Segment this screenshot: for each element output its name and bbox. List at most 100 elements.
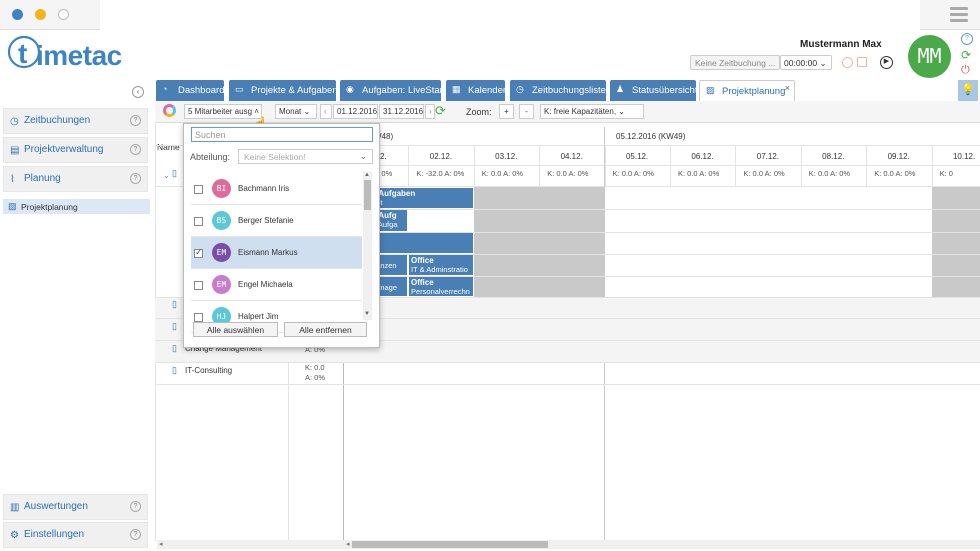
scroll-left-icon[interactable]: ◂ [159, 540, 163, 548]
checkbox[interactable] [194, 281, 203, 290]
collapse-sidebar-icon[interactable]: ‹ [132, 86, 144, 98]
abteilung-select[interactable]: Keine Selektion! ⌄ [238, 149, 373, 164]
timer-display[interactable]: 00:00:00 ⌄ [780, 55, 832, 70]
task-bar[interactable]: e Aufgabenent [370, 188, 473, 208]
sidebar-item-zeitbuchungen[interactable]: ◷ Zeitbuchungen? [3, 108, 148, 134]
close-icon[interactable]: × [785, 83, 790, 93]
next-period-button[interactable]: › [425, 104, 435, 119]
user-name: Mustermann Max [800, 39, 882, 50]
list-item[interactable]: EM Engel Michaela [191, 269, 362, 301]
prev-period-button[interactable]: ‹ [320, 104, 332, 119]
tab-zeitbuchungsliste[interactable]: ◷ Zeitbuchungsliste [510, 80, 606, 101]
scroll-left-icon[interactable]: ◂ [346, 540, 350, 548]
avatar[interactable]: MM [908, 35, 951, 78]
mitarbeiter-select[interactable]: 5 Mitarbeiter ausg ˄ [184, 104, 262, 119]
help-icon[interactable]: ? [130, 144, 141, 155]
date-to-input[interactable]: 31.12.2016 [379, 104, 424, 119]
weekend-cells [932, 187, 980, 297]
select-all-button[interactable]: Alle auswählen [193, 322, 278, 337]
task-bar[interactable]: Office Personalverrechn [409, 277, 473, 296]
avatar: BI [212, 179, 231, 198]
name-column-header: Name [157, 142, 180, 152]
window-minimize-dot[interactable] [35, 9, 46, 20]
window-close-dot[interactable] [12, 9, 23, 20]
bar-chart-icon: ▥ [10, 502, 20, 513]
search-input[interactable]: Suchen [191, 127, 373, 142]
sidebar-item-einstellungen[interactable]: ⚙ Einstellungen? [3, 522, 148, 548]
person-name: Berger Stefanie [238, 216, 294, 225]
day-header: 10.12. [952, 152, 976, 161]
day-header: 04.12. [560, 152, 583, 161]
period-select[interactable]: Monat ⌄ [275, 104, 317, 119]
day-header: 09.12. [887, 152, 910, 161]
person-icon: ♟ [616, 84, 625, 94]
horizontal-scroll-thumb[interactable] [352, 541, 548, 548]
refresh-icon[interactable]: ⟳ [961, 48, 971, 62]
help-icon[interactable]: ? [130, 529, 141, 540]
dropdown-scroll-thumb[interactable] [364, 180, 371, 210]
tab-label: Projektplanung [722, 86, 786, 97]
chevron-up-icon: ˄ [254, 107, 259, 116]
help-icon[interactable]: ? [130, 115, 141, 126]
zeitbuchung-select[interactable]: Keine Zeitbuchung ... [690, 55, 780, 70]
filter-select[interactable]: K: freie Kapazitäten, ⌄ [540, 104, 644, 119]
checkbox[interactable] [194, 313, 203, 322]
chevron-down-icon: ⌄ [819, 58, 827, 68]
zoom-out-button[interactable]: - [519, 104, 534, 119]
person-name: Engel Michaela [238, 280, 293, 289]
sidebar-item-planung[interactable]: ⌇ Planung? [3, 166, 148, 192]
tab-aufgaben-livestart[interactable]: ◉ Aufgaben: LiveStart [340, 80, 445, 101]
horizontal-scrollbar[interactable] [157, 540, 980, 549]
sidebar-item-auswertungen[interactable]: ▥ Auswertungen? [3, 494, 148, 520]
clock-icon: ◷ [10, 116, 19, 127]
checkbox[interactable] [194, 185, 203, 194]
window-maximize-dot[interactable] [58, 9, 69, 20]
color-wheel-icon[interactable] [163, 104, 176, 117]
play-circle-icon: ◉ [346, 84, 354, 94]
task-bar[interactable]: g [370, 233, 473, 253]
remove-all-button[interactable]: Alle entfernen [284, 322, 367, 337]
weekend-cells [474, 187, 604, 297]
help-icon[interactable]: ? [130, 173, 141, 184]
project-icon: ▯ [172, 365, 177, 375]
menu-icon[interactable] [950, 7, 968, 23]
capacity-cell: K: 0.0 A: 0% [874, 169, 916, 178]
tab-projektplanung[interactable]: ▨ Projektplanung × [699, 80, 795, 101]
lightbulb-icon[interactable]: 💡 [958, 80, 978, 101]
help-icon[interactable]: ? [961, 33, 973, 45]
tab-dashboard[interactable]: ◔ Dashboard [156, 80, 224, 101]
avatar: EM [212, 243, 231, 262]
date-from-input[interactable]: 01.12.2016 [333, 104, 378, 119]
sidebar-item-projektverwaltung[interactable]: ▤ Projektverwaltung? [3, 137, 148, 163]
planning-icon: ▨ [8, 201, 17, 211]
tab-label: Projekte & Aufgaben [251, 85, 338, 96]
sidebar-subitem-projektplanung[interactable]: ▨ Projektplanung [3, 199, 150, 214]
tab-statusuebersicht[interactable]: ♟ Statusübersicht [610, 80, 697, 101]
list-item[interactable]: ✓ EM Eismann Markus [191, 237, 362, 269]
capacity-cell: K: 0.0 A: 0% [743, 169, 785, 178]
avatar: BS [212, 211, 231, 230]
folder-icon: ▭ [235, 84, 244, 94]
chart-icon: ⌇ [10, 174, 15, 185]
play-icon[interactable]: ▶ [880, 56, 893, 69]
tab-projekte-aufgaben[interactable]: ▭ Projekte & Aufgaben [229, 80, 338, 101]
stop-icon[interactable] [842, 57, 853, 68]
scroll-down-icon[interactable]: ▼ [364, 311, 370, 317]
power-icon[interactable]: ⏻ [961, 64, 970, 77]
pause-icon[interactable] [857, 57, 867, 67]
calendar-icon: ▦ [452, 84, 461, 94]
tab-kalender[interactable]: ▦ Kalender [446, 80, 506, 101]
project-icon: ▯ [172, 321, 177, 331]
list-item[interactable]: BS Berger Stefanie [191, 205, 362, 237]
capacity-cell: K: 0.0 A: 0% [547, 169, 589, 178]
help-icon[interactable]: ? [130, 501, 141, 512]
expand-icon[interactable]: ⌄ [163, 171, 170, 180]
checkbox[interactable]: ✓ [194, 247, 203, 258]
filter-value: K: freie Kapazitäten, [544, 107, 617, 116]
task-bar[interactable]: Office IT & Adminstratio [409, 255, 473, 275]
zoom-in-button[interactable]: + [499, 104, 514, 119]
checkbox[interactable] [194, 217, 203, 226]
refresh-icon[interactable]: ⟳ [435, 103, 446, 119]
list-item[interactable]: BI Bachmann Iris [191, 173, 362, 205]
scroll-up-icon[interactable]: ▲ [364, 172, 370, 178]
